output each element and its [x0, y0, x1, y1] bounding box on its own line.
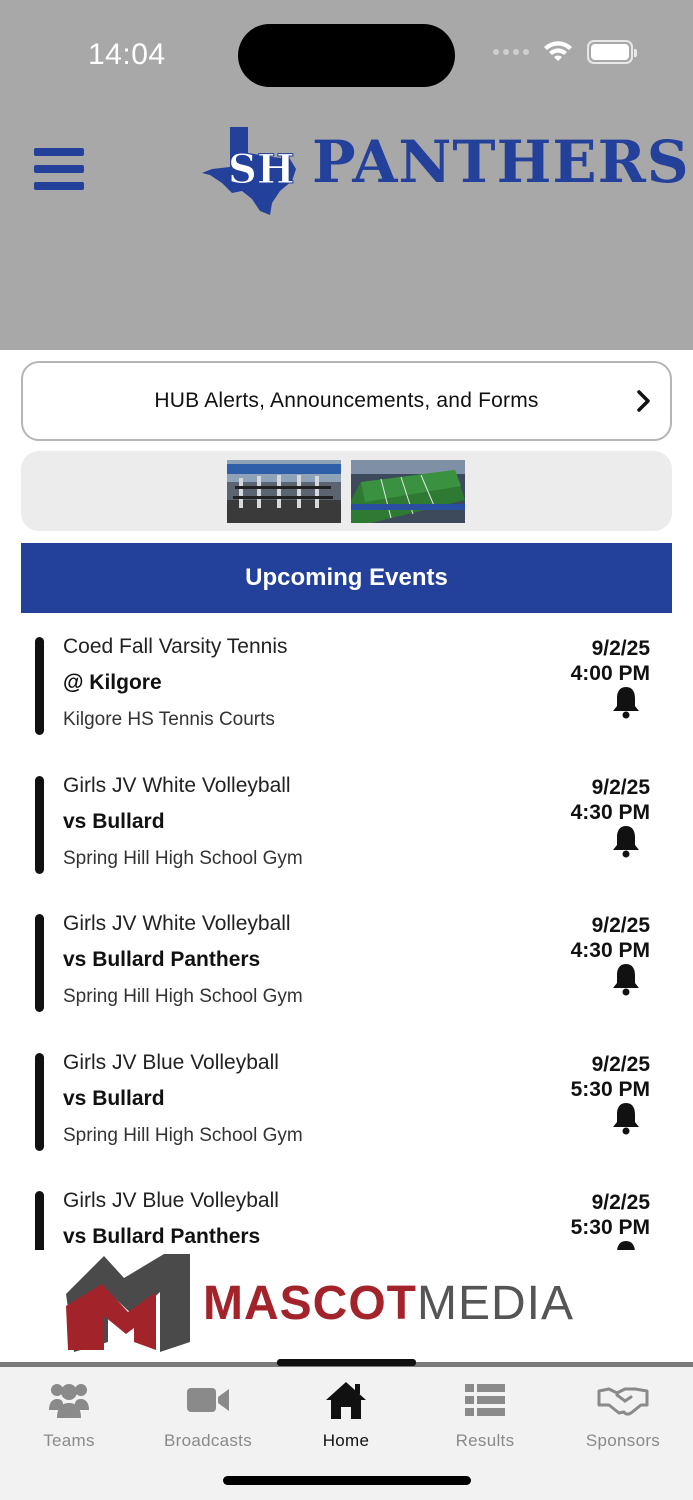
event-opponent: vs Bullard: [63, 810, 165, 833]
tab-label: Broadcasts: [163, 1431, 253, 1450]
event-row[interactable]: Girls JV White Volleyball vs Bullard Spr…: [0, 752, 693, 890]
tab-home[interactable]: Home: [277, 1379, 415, 1451]
handshake-icon: [597, 1379, 649, 1421]
event-bar: [35, 914, 44, 1012]
event-team: Girls JV White Volleyball: [63, 774, 291, 797]
bell-icon[interactable]: [610, 962, 642, 996]
event-date: 9/2/25: [591, 914, 650, 937]
weight-room-photo[interactable]: [227, 460, 341, 523]
mascot-media-logo-icon: [66, 1254, 190, 1352]
battery-icon: [587, 40, 637, 64]
event-bar: [35, 1053, 44, 1151]
bell-icon[interactable]: [610, 824, 642, 858]
event-location: Spring Hill High School Gym: [63, 986, 303, 1007]
wifi-icon: [543, 41, 573, 63]
status-indicators: [493, 40, 637, 64]
tab-results[interactable]: Results: [416, 1379, 554, 1451]
event-time: 5:30 PM: [570, 1078, 650, 1101]
svg-text:SH: SH: [228, 146, 295, 193]
active-tab-indicator: [277, 1359, 416, 1366]
event-date: 9/2/25: [591, 1191, 650, 1214]
event-row[interactable]: Girls JV White Volleyball vs Bullard Pan…: [0, 890, 693, 1028]
logo-text: PANTHERS: [312, 128, 690, 196]
tab-label: Teams: [43, 1431, 95, 1450]
sponsor-banner[interactable]: MASCOTMEDIA: [0, 1250, 693, 1362]
event-time: 4:30 PM: [570, 801, 650, 824]
event-row[interactable]: Coed Fall Varsity Tennis @ Kilgore Kilgo…: [0, 613, 693, 751]
event-bar: [35, 637, 44, 735]
chevron-right-icon: [636, 389, 652, 418]
event-team: Girls JV White Volleyball: [63, 912, 291, 935]
event-opponent: @ Kilgore: [63, 671, 162, 694]
event-date: 9/2/25: [591, 776, 650, 799]
status-time: 14:04: [88, 38, 166, 71]
cellular-signal-icon: [493, 49, 529, 55]
texas-monogram-icon: SH: [202, 127, 296, 215]
event-bar: [35, 1191, 44, 1250]
events-list[interactable]: Coed Fall Varsity Tennis @ Kilgore Kilgo…: [0, 613, 693, 1250]
home-icon: [324, 1379, 368, 1421]
upcoming-events-header: Upcoming Events: [21, 543, 672, 613]
event-row[interactable]: Girls JV Blue Volleyball vs Bullard Spri…: [0, 1029, 693, 1167]
panthers-logo: SH PANTHERS: [200, 125, 689, 217]
event-bar: [35, 776, 44, 874]
home-indicator: [223, 1476, 471, 1485]
mascot-media-wordmark: MASCOTMEDIA: [203, 1277, 574, 1330]
tab-label: Sponsors: [585, 1431, 661, 1450]
dynamic-island: [238, 24, 455, 87]
bell-icon[interactable]: [610, 1101, 642, 1135]
app-screen: 14:04 SH PANTHERS HUB Alerts, Announceme…: [0, 0, 693, 1500]
tab-teams[interactable]: Teams: [0, 1379, 138, 1451]
bell-icon[interactable]: [610, 1239, 642, 1250]
tab-label: Home: [322, 1431, 370, 1450]
hub-alerts-label: HUB Alerts, Announcements, and Forms: [154, 389, 539, 412]
upcoming-events-title: Upcoming Events: [245, 564, 448, 591]
tab-sponsors[interactable]: Sponsors: [554, 1379, 692, 1451]
stadium-photo[interactable]: [351, 460, 465, 523]
event-time: 4:00 PM: [570, 662, 650, 685]
photo-carousel: [21, 451, 672, 531]
event-date: 9/2/25: [591, 1053, 650, 1076]
event-date: 9/2/25: [591, 637, 650, 660]
event-opponent: vs Bullard: [63, 1087, 165, 1110]
event-location: Kilgore HS Tennis Courts: [63, 709, 275, 730]
event-opponent: vs Bullard Panthers: [63, 948, 261, 971]
event-location: Spring Hill High School Gym: [63, 848, 303, 869]
video-camera-icon: [186, 1379, 230, 1421]
event-time: 4:30 PM: [570, 939, 650, 962]
event-opponent: vs Bullard Panthers: [63, 1225, 261, 1248]
users-icon: [47, 1379, 91, 1421]
list-icon: [465, 1379, 505, 1421]
menu-button[interactable]: [34, 148, 84, 190]
app-header: 14:04 SH PANTHERS: [0, 0, 693, 350]
tab-label: Results: [455, 1431, 515, 1450]
tab-broadcasts[interactable]: Broadcasts: [139, 1379, 277, 1451]
event-team: Coed Fall Varsity Tennis: [63, 635, 288, 658]
bell-icon[interactable]: [610, 685, 642, 719]
event-time: 5:30 PM: [570, 1216, 650, 1239]
hub-alerts-button[interactable]: HUB Alerts, Announcements, and Forms: [21, 361, 672, 441]
event-location: Spring Hill High School Gym: [63, 1125, 303, 1146]
event-team: Girls JV Blue Volleyball: [63, 1051, 279, 1074]
event-row[interactable]: Girls JV Blue Volleyball vs Bullard Pant…: [0, 1167, 693, 1250]
event-team: Girls JV Blue Volleyball: [63, 1189, 279, 1212]
